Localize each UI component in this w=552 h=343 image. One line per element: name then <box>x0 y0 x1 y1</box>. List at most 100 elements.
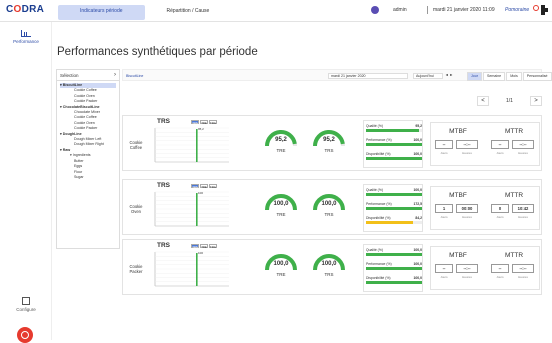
kpi-row: Disponibilité (%) 100,0 <box>366 152 422 164</box>
metric-captions: Jours Heures <box>491 275 534 279</box>
hours-caption: Heures <box>462 215 472 219</box>
metric-values: 0 10:42 <box>491 204 534 213</box>
kpi-row: Qualité (%) 100,0 <box>366 188 422 200</box>
kpi-bar-fill <box>366 157 422 160</box>
machine-name[interactable]: Cookie Coffee <box>125 140 147 150</box>
chart-toggle-button[interactable]: TRS <box>191 244 199 249</box>
chart-toggle-button[interactable]: TRS <box>191 120 199 125</box>
trs-chart: 100 <box>154 191 229 227</box>
trs-bar-label: 100 <box>198 251 203 255</box>
kpi-label: Performance (%) <box>366 202 392 206</box>
kpi-panel: Qualité (%) 95,2 Performance (%) 100,0 Dispo… <box>363 120 423 168</box>
tree-item[interactable]: Sugar <box>60 175 116 180</box>
kpi-value: 100,0 <box>413 152 423 156</box>
period-button[interactable]: Personnalisé <box>522 72 552 81</box>
kpi-row: Performance (%) 100,0 <box>366 138 422 150</box>
period-select[interactable]: Aujourd'hui <box>413 73 443 79</box>
hours-caption: Heures <box>518 215 528 219</box>
user-avatar[interactable] <box>371 6 379 14</box>
kpi-label: Disponibilité (%) <box>366 152 391 156</box>
nav-performance-label: Performance <box>13 39 39 44</box>
period-button[interactable]: Semaine <box>483 72 506 81</box>
chart-title: TRS <box>157 118 170 125</box>
kpi-value: 100,0 <box>413 248 423 252</box>
gauge-arc <box>313 254 345 271</box>
metric-values: -- --:-- <box>435 140 478 149</box>
kpi-bar <box>366 207 422 210</box>
kpi-bar <box>366 253 422 256</box>
gauge-value: 100,0 <box>321 261 337 267</box>
metric-captions: Jours Heures <box>435 275 478 279</box>
bar-chart-icon <box>21 30 31 37</box>
selection-panel: Sélection › ▾ BiscuitLine Cookie Coffee Co… <box>56 69 120 249</box>
chevron-right-icon[interactable]: › <box>114 72 116 78</box>
date-field[interactable]: mardi 21 janvier 2020 <box>328 73 408 79</box>
header-datetime: mardi 21 janvier 2020 11:09 <box>433 7 495 13</box>
metric-title: MTTR <box>504 192 524 199</box>
days-caption: Jours <box>440 151 448 155</box>
chart-toggle-button[interactable]: TRE <box>200 244 208 249</box>
tab-indicateurs-periode[interactable]: Indicateurs période <box>58 5 145 20</box>
brand-name: Pomoraine <box>505 7 530 13</box>
company-logo-icon <box>17 327 33 343</box>
trs-chart-box: TRS TRS TRE TRG 95,2 <box>147 118 229 170</box>
hours-caption: Heures <box>518 151 528 155</box>
chart-toggle-button[interactable]: TRG <box>209 244 217 249</box>
kpi-bar <box>366 221 422 224</box>
machine-name[interactable]: Cookie Oven <box>125 204 147 214</box>
machine-name[interactable]: Cookie Packer <box>125 264 147 274</box>
pager-text: 1/1 <box>506 98 513 104</box>
chart-toggle-button[interactable]: TRG <box>209 120 217 125</box>
breadcrumb[interactable]: BiscuitLine <box>126 74 143 78</box>
metric-title: MTBF <box>449 128 467 135</box>
mttr-block: MTTR -- --:-- Jours Heures <box>487 126 541 166</box>
kpi-bar-fill <box>366 253 422 256</box>
selection-label: Sélection <box>60 73 79 78</box>
tab-repartition-cause[interactable]: Répartition / Cause <box>145 5 232 20</box>
kpi-label: Performance (%) <box>366 138 392 142</box>
gauge-tre: 100,0 TRE <box>261 248 301 284</box>
chart-toggle-button[interactable]: TRS <box>191 184 199 189</box>
metric-days-value: -- <box>491 140 509 149</box>
logout-icon[interactable] <box>541 5 549 15</box>
chart-toggle-button[interactable]: TRE <box>200 184 208 189</box>
kpi-panel: Qualité (%) 100,0 Performance (%) 172,5 Disp… <box>363 184 423 232</box>
gauge-value: 100,0 <box>321 201 337 207</box>
kpi-value: 100,0 <box>413 276 423 280</box>
gauge-arc <box>313 194 345 211</box>
chart-toggle: TRS TRE TRG <box>191 120 217 125</box>
gauge-arc <box>265 194 297 211</box>
kpi-bar-fill <box>366 129 420 132</box>
metric-hours-value: 00:00 <box>456 204 478 213</box>
metric-title: MTTR <box>504 128 524 135</box>
trs-bar <box>196 253 198 286</box>
machine-card: Cookie Coffee TRS TRS TRE TRG 95,2 95,2 TRE 95,2… <box>122 115 542 171</box>
chart-toggle-button[interactable]: TRE <box>200 120 208 125</box>
mttr-block: MTTR -- --:-- Jours Heures <box>487 250 541 290</box>
period-buttons: Jour Semaine Mois Personnalisé <box>467 72 552 81</box>
period-button[interactable]: Mois <box>506 72 522 81</box>
pager-next-button[interactable]: > <box>529 96 542 106</box>
nav-configure[interactable]: Configure <box>4 297 48 312</box>
app-logo[interactable]: CODRA <box>6 4 44 15</box>
metric-values: 1 00:00 <box>435 204 478 213</box>
metric-title: MTBF <box>449 252 467 259</box>
page-title: Performances synthétiques par période <box>57 46 258 58</box>
nav-performance[interactable]: Performance <box>4 30 48 44</box>
pager-prev-button[interactable]: < <box>477 96 489 106</box>
user-name[interactable]: admin <box>393 7 407 13</box>
kpi-bar <box>366 129 422 132</box>
days-caption: Jours <box>496 215 504 219</box>
period-nav-arrows[interactable]: ◄ ► <box>445 73 453 77</box>
mtbf-mttr-block: MTBF 1 00:00 Jours Heures MTTR 0 10:42 Jours Heur… <box>430 186 540 230</box>
kpi-panel: Qualité (%) 100,0 Performance (%) 100,0 Disp… <box>363 244 423 292</box>
kpi-label: Qualité (%) <box>366 188 383 192</box>
period-button[interactable]: Jour <box>467 72 482 81</box>
days-caption: Jours <box>440 215 448 219</box>
kpi-label: Qualité (%) <box>366 248 383 252</box>
trs-chart-box: TRS TRS TRE TRG 100 <box>147 242 229 294</box>
left-nav: Performance Configure <box>0 22 52 343</box>
selection-header[interactable]: Sélection › <box>57 70 119 81</box>
chart-toggle-button[interactable]: TRG <box>209 184 217 189</box>
kpi-bar-fill <box>366 221 414 224</box>
